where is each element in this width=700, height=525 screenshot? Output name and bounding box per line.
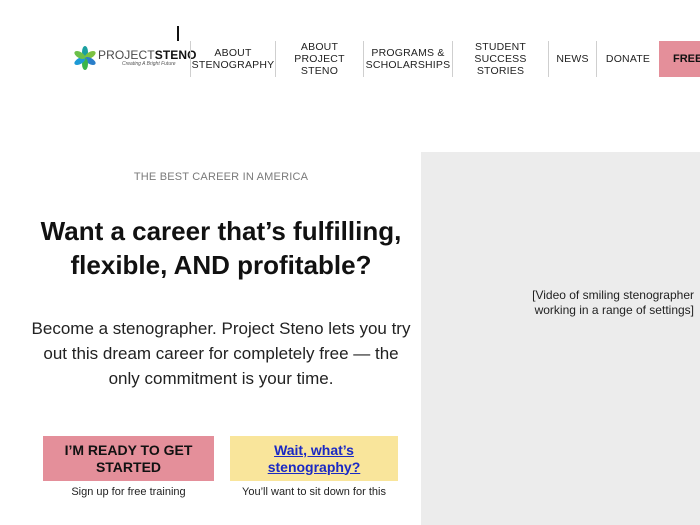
nav-student-success-stories[interactable]: Student Success Stories bbox=[452, 41, 548, 77]
nav-free-button[interactable]: FREE bbox=[659, 41, 700, 77]
hero-description: Become a stenographer. Project Steno let… bbox=[31, 319, 411, 388]
nav-programs-scholarships[interactable]: Programs & Scholarships bbox=[363, 41, 452, 77]
nav-about-project-steno[interactable]: About Project Steno bbox=[275, 41, 363, 77]
main-nav: About Stenography About Project Steno Prog… bbox=[190, 41, 659, 77]
hero-eyebrow: THE BEST CAREER IN AMERICA bbox=[133, 171, 309, 183]
get-started-button[interactable]: I’M READY TO GET STARTED bbox=[43, 436, 214, 481]
logo-tagline: Creating A Bright Future bbox=[122, 61, 176, 67]
nav-donate[interactable]: Donate bbox=[596, 41, 659, 77]
what-is-stenography-link[interactable]: Wait, what’s stenography? bbox=[230, 436, 398, 481]
text-cursor bbox=[177, 26, 179, 41]
logo-wordmark: PROJECTSTENO bbox=[98, 48, 197, 62]
what-is-stenography-note: You’ll want to sit down for this bbox=[242, 486, 386, 498]
video-placeholder[interactable]: [Video of smiling stenographer working i… bbox=[421, 152, 700, 525]
nav-news[interactable]: News bbox=[548, 41, 596, 77]
pinwheel-logo-icon bbox=[74, 46, 96, 70]
project-steno-logo[interactable]: PROJECTSTENO Creating A Bright Future bbox=[73, 46, 196, 72]
hero-headline: Want a career that’s fulfilling, flexibl… bbox=[40, 216, 402, 280]
nav-about-stenography[interactable]: About Stenography bbox=[190, 41, 275, 77]
get-started-note: Sign up for free training bbox=[71, 486, 186, 498]
video-caption: [Video of smiling stenographer working i… bbox=[532, 288, 694, 317]
